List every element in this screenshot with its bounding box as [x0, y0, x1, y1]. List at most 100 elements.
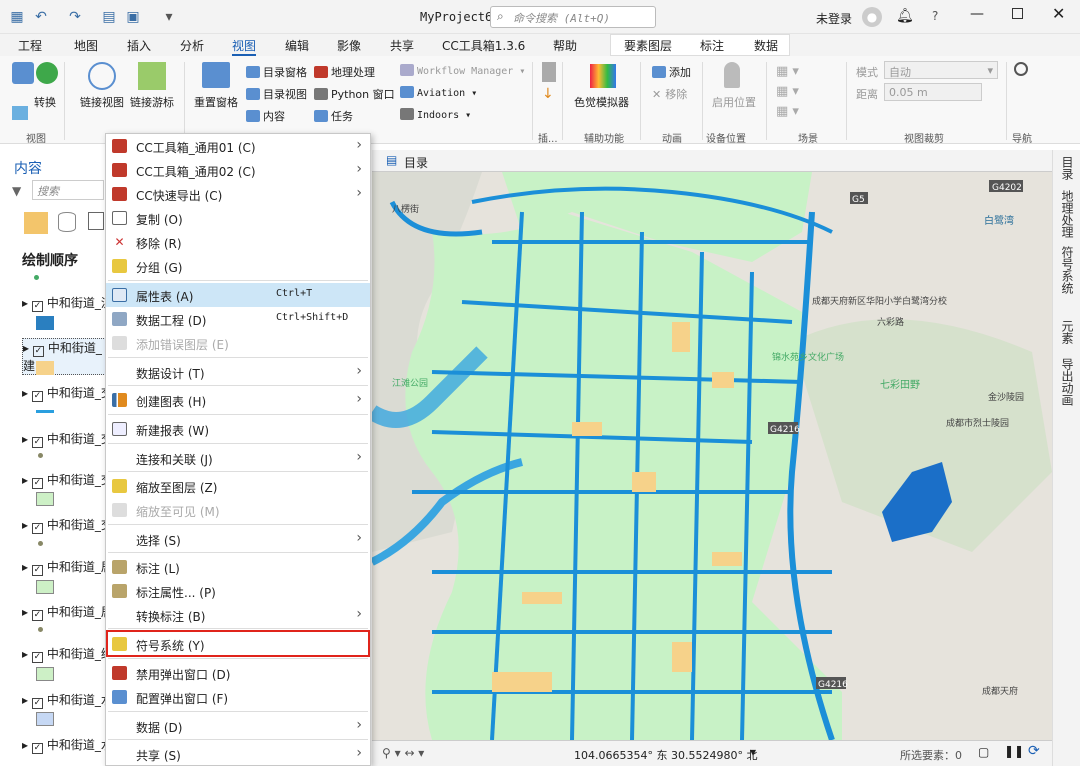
menu-item-convert-labels[interactable]: 转换标注 (B) › [106, 603, 370, 627]
tab-help[interactable]: 帮助 [553, 37, 577, 54]
menu-item-zoom-to-visible[interactable]: 缩放至可见 (M) [106, 498, 370, 522]
menu-item-remove[interactable]: ✕ 移除 (R) [106, 230, 370, 254]
location-pin-icon[interactable] [724, 62, 740, 88]
side-tab-catalog[interactable]: 目录 [1059, 156, 1076, 180]
tasks-button[interactable]: 任务 [314, 108, 353, 124]
layer-row[interactable]: ▸ ✓ 中和街道_交 [22, 430, 113, 448]
menu-item-data-design[interactable]: 数据设计 (T) › [106, 360, 370, 384]
menu-item-label[interactable]: 标注 (L) [106, 555, 370, 579]
mode-select[interactable]: 自动 ▾ [884, 61, 998, 79]
map-canvas[interactable]: G4202 G5 G4216 G4216 八楞街 白鹭湾 六彩路 七彩田野 金沙… [367, 172, 1052, 741]
side-tab-geoprocessing[interactable]: 地理处理 [1059, 190, 1076, 238]
link-navigation-button[interactable]: 链接游标 [130, 94, 174, 110]
refresh-icon[interactable]: ⟳ [1028, 743, 1040, 759]
menu-item-data[interactable]: 数据 (D) › [106, 714, 370, 738]
layer-row[interactable]: ▸ ✓ 中和街道_交 [22, 384, 113, 402]
menu-item-configure-popups[interactable]: 配置弹出窗口 (F) [106, 685, 370, 709]
color-vision-simulator-button[interactable]: 色觉模拟器 [574, 94, 629, 110]
list-by-drawing-order-icon[interactable] [24, 212, 48, 234]
tab-project[interactable]: 工程 [18, 37, 42, 54]
help-icon[interactable]: ? [932, 9, 938, 23]
globe-icon[interactable] [36, 62, 58, 84]
reset-panes-button[interactable]: 重置窗格 [194, 94, 238, 110]
indoors-button[interactable]: Indoors ▾ [400, 108, 471, 121]
layer-row[interactable]: ▸ ✓ 中和街道_建 [22, 338, 106, 375]
undo-icon[interactable]: ↶ [32, 8, 50, 26]
view-small-icon[interactable] [12, 106, 28, 120]
scale-tools-icon[interactable]: ⚲ ▾ ↔ ▾ [382, 746, 424, 760]
link-navigation-icon[interactable] [138, 62, 166, 90]
remove-animation-button[interactable]: ✕ 移除 [652, 86, 687, 102]
side-tab-symbology[interactable]: 符号系统 [1059, 246, 1076, 294]
tab-data[interactable]: 数据 [754, 37, 778, 54]
tab-map[interactable]: 地图 [74, 37, 98, 54]
menu-item-labeling-properties[interactable]: 标注属性... (P) [106, 579, 370, 603]
catalog-pane-button[interactable]: 目录窗格 [246, 64, 307, 80]
side-tab-element[interactable]: 元素 [1059, 320, 1076, 344]
tab-share[interactable]: 共享 [390, 37, 414, 54]
layer-row[interactable]: ▸ ✓ 中和街道_居 [22, 558, 113, 576]
menu-item-disable-popups[interactable]: 禁用弹出窗口 (D) [106, 661, 370, 685]
menu-item-add-error-layers[interactable]: 添加错误图层 (E) [106, 331, 370, 355]
list-icon[interactable] [542, 62, 556, 82]
layer-row[interactable]: ▸ ✓ 中和街道_交 [22, 471, 113, 489]
distance-input[interactable]: 0.05 m [884, 83, 982, 101]
menu-item-share[interactable]: 共享 (S) › [106, 742, 370, 766]
menu-item-copy[interactable]: 复制 (O) [106, 206, 370, 230]
layer-row[interactable]: ▸ ✓ 中和街道_流 [22, 294, 113, 312]
tab-imagery[interactable]: 影像 [337, 37, 361, 54]
tab-labeling[interactable]: 标注 [700, 37, 724, 54]
navigation-icon[interactable] [1014, 62, 1028, 76]
close-icon[interactable]: ✕ [1052, 4, 1065, 23]
catalog-view-button[interactable]: 目录视图 [246, 86, 307, 102]
tab-view[interactable]: 视图 [232, 37, 257, 56]
minimize-icon[interactable]: — [970, 6, 984, 22]
maximize-icon[interactable] [1012, 8, 1023, 19]
menu-item-zoom-to-layer[interactable]: 缩放至图层 (Z) [106, 474, 370, 498]
notification-icon[interactable]: 🔔︎ [896, 8, 914, 24]
menu-item-cc-toolbox-01[interactable]: CC工具箱_通用01 (C) › [106, 134, 370, 158]
menu-item-attribute-table[interactable]: 属性表 (A) Ctrl+T [106, 283, 370, 307]
filter-icon[interactable]: ▼ [12, 184, 21, 198]
link-views-button[interactable]: 链接视图 [80, 94, 124, 110]
convert-button[interactable]: 转换 [34, 94, 56, 110]
menu-item-joins-relates[interactable]: 连接和关联 (J) › [106, 446, 370, 470]
menu-item-create-chart[interactable]: 创建图表 (H) › [106, 388, 370, 412]
link-views-icon[interactable] [88, 62, 116, 90]
menu-item-cc-quick-export[interactable]: CC快速导出 (C) › [106, 182, 370, 206]
layer-row[interactable]: ▸ ✓ 中和街道_水 [22, 736, 113, 754]
sign-in-status[interactable]: 未登录 [816, 10, 852, 27]
layer-row[interactable]: ▸ ✓ 中和街道_交 [22, 516, 113, 534]
map-view-tab[interactable]: ▤ 目录 [372, 150, 1052, 172]
tab-analysis[interactable]: 分析 [180, 37, 204, 54]
list-by-editing-icon[interactable] [88, 212, 104, 230]
save-icon[interactable]: ▣ [124, 8, 142, 26]
tab-cc-toolbox[interactable]: CC工具箱1.3.6 [442, 37, 525, 54]
layer-row[interactable]: ▸ ✓ 中和街道_水 [22, 691, 113, 709]
menu-item-data-engineering[interactable]: 数据工程 (D) Ctrl+Shift+D [106, 307, 370, 331]
side-tab-export-animation[interactable]: 导出动画 [1059, 358, 1076, 406]
down-arrow-icon[interactable]: ↓ [542, 86, 554, 102]
refresh-toggle-icon[interactable]: ▢ [978, 745, 989, 759]
enable-location-button[interactable]: 启用位置 [712, 94, 756, 110]
command-search[interactable]: ⌕ 命令搜索 (Alt+Q) [490, 6, 656, 28]
tab-insert[interactable]: 插入 [127, 37, 151, 54]
contents-search-input[interactable]: 搜索 [32, 180, 104, 200]
workflow-manager-button[interactable]: Workflow Manager ▾ [400, 64, 525, 77]
list-by-source-icon[interactable] [58, 212, 76, 232]
python-window-button[interactable]: Python 窗口 [314, 86, 395, 102]
menu-item-selection[interactable]: 选择 (S) › [106, 527, 370, 551]
layer-row[interactable]: ▸ ✓ 中和街道_绿 [22, 645, 113, 663]
tab-feature-layer[interactable]: 要素图层 [624, 37, 672, 54]
coordinate-dropdown-icon[interactable]: ▾ [750, 745, 756, 759]
geoprocessing-button[interactable]: 地理处理 [314, 64, 375, 80]
menu-item-group[interactable]: 分组 (G) [106, 254, 370, 278]
tab-edit[interactable]: 编辑 [285, 37, 309, 54]
aviation-button[interactable]: Aviation ▾ [400, 86, 477, 99]
open-project-icon[interactable]: ▤ [100, 8, 118, 26]
menu-item-new-report[interactable]: 新建报表 (W) [106, 417, 370, 441]
layer-row[interactable]: ▸ ✓ 中和街道_居 [22, 603, 113, 621]
avatar-icon[interactable]: ● [862, 7, 882, 27]
menu-item-cc-toolbox-02[interactable]: CC工具箱_通用02 (C) › [106, 158, 370, 182]
contents-button[interactable]: 内容 [246, 108, 285, 124]
